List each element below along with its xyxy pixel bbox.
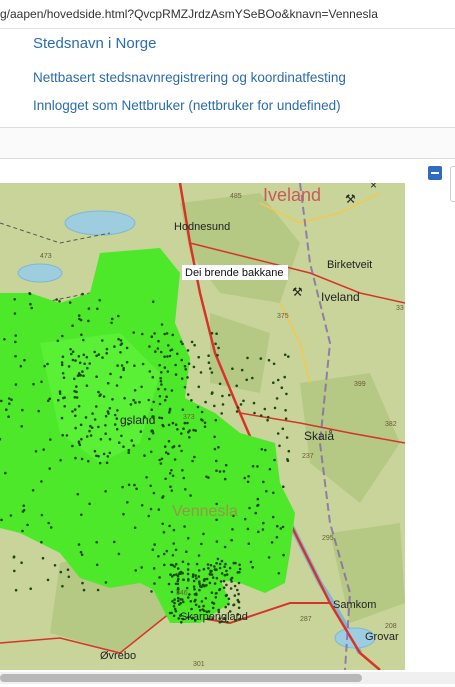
horizontal-scrollbar-thumb[interactable] xyxy=(0,674,362,682)
place-skarpengland: Skarpengland xyxy=(180,611,248,623)
place-dei-brende-bakkane: Dei brende bakkane xyxy=(185,267,283,279)
place-iveland-big: Iveland xyxy=(263,185,321,205)
side-panel-tab[interactable] xyxy=(450,166,455,202)
elev-382: 382 xyxy=(385,421,397,428)
elev-287: 287 xyxy=(300,616,312,623)
place-birketveit: Birketveit xyxy=(327,259,372,271)
elev-399: 399 xyxy=(354,381,366,388)
elev-295: 295 xyxy=(322,535,334,542)
elev-346: 346 xyxy=(176,590,188,597)
elev-473: 473 xyxy=(40,253,52,260)
elev-237: 237 xyxy=(302,453,314,460)
place-vennesla: Vennesla xyxy=(172,503,238,520)
place-ovrebo: Øvrebo xyxy=(100,650,136,662)
app-title: Stedsnavn i Norge xyxy=(33,35,157,52)
elev-485: 485 xyxy=(230,193,242,200)
elev-33: 33 xyxy=(396,305,404,312)
place-skaia: Skaiå xyxy=(304,429,334,443)
address-url-text[interactable]: g/aapen/hovedside.html?QvcpRMZJrdzAsmYSe… xyxy=(0,7,378,21)
close-x-icon: × xyxy=(370,183,377,192)
browser-address-bar[interactable]: g/aapen/hovedside.html?QvcpRMZJrdzAsmYSe… xyxy=(0,0,455,29)
map-view[interactable]: ⚒ ⚒ × Iveland Hodnesund Dei brende bakka… xyxy=(0,183,405,670)
app-header: Stedsnavn i Norge Nettbasert stedsnavnre… xyxy=(0,29,455,128)
elev-301: 301 xyxy=(193,661,205,668)
place-gsland: gsland xyxy=(120,413,155,427)
mine-icon: ⚒ xyxy=(345,192,356,206)
place-samkom: Samkom xyxy=(333,599,376,611)
elev-373: 373 xyxy=(183,414,195,421)
mine-icon-2: ⚒ xyxy=(292,285,303,299)
elev-375: 375 xyxy=(277,313,289,320)
collapse-panel-icon[interactable] xyxy=(428,166,442,180)
elev-208: 208 xyxy=(385,623,397,630)
place-iveland: Iveland xyxy=(321,290,360,304)
app-subtitle: Nettbasert stedsnavnregistrering og koor… xyxy=(33,70,346,85)
toolbar-band xyxy=(0,128,455,159)
place-grovane: Grovar xyxy=(365,631,399,643)
login-status-text: Innlogget som Nettbruker (nettbruker for… xyxy=(33,98,341,113)
place-hodnesund: Hodnesund xyxy=(174,221,230,233)
